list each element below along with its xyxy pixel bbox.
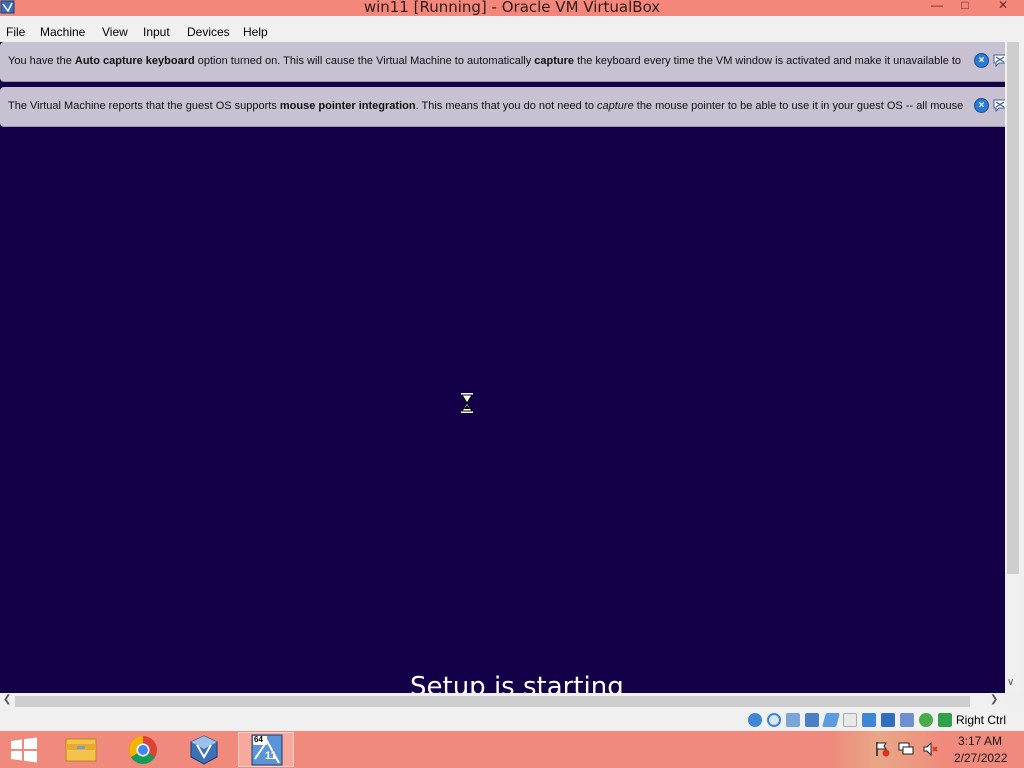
- notice-bold-part: mouse pointer integration: [279, 100, 416, 112]
- vm-status-bar: Right Ctrl: [0, 709, 1024, 731]
- network-icon[interactable]: [805, 713, 819, 727]
- volume-muted-icon[interactable]: [922, 741, 938, 757]
- setup-status-text: Setup is starting: [410, 672, 624, 693]
- menu-view[interactable]: View: [102, 25, 128, 39]
- file-explorer-icon[interactable]: [53, 732, 109, 767]
- vm-number-label: 11: [265, 750, 277, 762]
- mouse-notice-text: The Virtual Machine reports that the gue…: [8, 100, 963, 112]
- close-icon[interactable]: ✕: [988, 0, 1018, 14]
- cpu-icon[interactable]: [919, 713, 933, 727]
- notice-text-part: option turned on. This will cause the Vi…: [194, 55, 535, 67]
- menu-help[interactable]: Help: [243, 25, 268, 39]
- audio-icon[interactable]: [786, 713, 800, 727]
- horizontal-scroll-thumb[interactable]: [15, 696, 970, 707]
- menu-bar: File Machine View Input Devices Help: [0, 22, 1024, 42]
- vertical-scroll-thumb[interactable]: [1007, 42, 1019, 574]
- usb-icon[interactable]: [822, 713, 840, 727]
- notice-text-part: The Virtual Machine reports that the gue…: [8, 100, 280, 112]
- notice-italic-part: capture: [597, 100, 634, 112]
- scroll-right-icon[interactable]: ❯: [990, 694, 998, 705]
- clock-date[interactable]: 2/27/2022: [954, 751, 1007, 765]
- notice-text-part: the keyboard every time the VM window is…: [574, 55, 962, 67]
- notice-text-part: . This means that you do not need to: [415, 100, 597, 112]
- mouse-integration-notice: The Virtual Machine reports that the gue…: [0, 87, 1005, 127]
- action-center-flag-icon[interactable]: [874, 741, 890, 757]
- maximize-icon[interactable]: □: [950, 0, 980, 14]
- do-not-show-again-icon[interactable]: [993, 98, 1005, 113]
- notice-bold-part: capture: [534, 55, 575, 67]
- shared-folder-icon[interactable]: [843, 713, 857, 727]
- horizontal-scrollbar[interactable]: ❮ ❯: [0, 693, 1005, 709]
- optical-drive-icon[interactable]: [767, 713, 781, 727]
- menu-input[interactable]: Input: [143, 25, 170, 39]
- hourglass-cursor-icon: [461, 393, 473, 413]
- taskbar: 64 11 3:17 AM 2/27/2022: [0, 731, 1024, 768]
- scroll-down-icon[interactable]: ∨: [1007, 677, 1014, 688]
- network-icon[interactable]: [898, 741, 914, 757]
- vm-arch-badge: 64: [254, 735, 263, 744]
- minimize-icon[interactable]: —: [922, 0, 952, 14]
- scroll-left-icon[interactable]: ❮: [3, 694, 11, 705]
- video-capture-icon[interactable]: [900, 713, 914, 727]
- hard-disk-icon[interactable]: [748, 713, 762, 727]
- keyboard-capture-notice: You have the Auto capture keyboard optio…: [0, 42, 1005, 82]
- win11-vm-taskbar-button[interactable]: 64 11: [238, 732, 294, 767]
- windows-start-icon[interactable]: [0, 732, 48, 767]
- keyboard-notice-text: You have the Auto capture keyboard optio…: [8, 55, 961, 67]
- recording-icon[interactable]: [881, 713, 895, 727]
- vertical-scrollbar[interactable]: ∨: [1005, 42, 1021, 693]
- host-key-label: Right Ctrl: [956, 713, 1007, 727]
- close-notice-icon[interactable]: ×: [974, 53, 989, 68]
- menu-devices[interactable]: Devices: [187, 25, 230, 39]
- window-title: win11 [Running] - Oracle VM VirtualBox: [363, 0, 661, 16]
- chrome-icon[interactable]: [115, 732, 171, 767]
- do-not-show-again-icon[interactable]: [993, 53, 1005, 68]
- notice-text-part: the mouse pointer to be able to use it i…: [633, 100, 964, 112]
- display-icon[interactable]: [862, 713, 876, 727]
- vm-display[interactable]: You have the Auto capture keyboard optio…: [0, 42, 1005, 693]
- menu-file[interactable]: File: [6, 25, 25, 39]
- title-bar[interactable]: win11 [Running] - Oracle VM VirtualBox —…: [0, 0, 1024, 16]
- menu-machine[interactable]: Machine: [40, 25, 85, 39]
- notice-text-part: You have the: [8, 55, 75, 67]
- notice-bold-part: Auto capture keyboard: [74, 55, 195, 67]
- virtualbox-manager-icon[interactable]: [176, 732, 232, 767]
- mouse-integration-icon[interactable]: [938, 713, 952, 727]
- clock-time[interactable]: 3:17 AM: [958, 734, 1002, 748]
- close-notice-icon[interactable]: ×: [974, 98, 989, 113]
